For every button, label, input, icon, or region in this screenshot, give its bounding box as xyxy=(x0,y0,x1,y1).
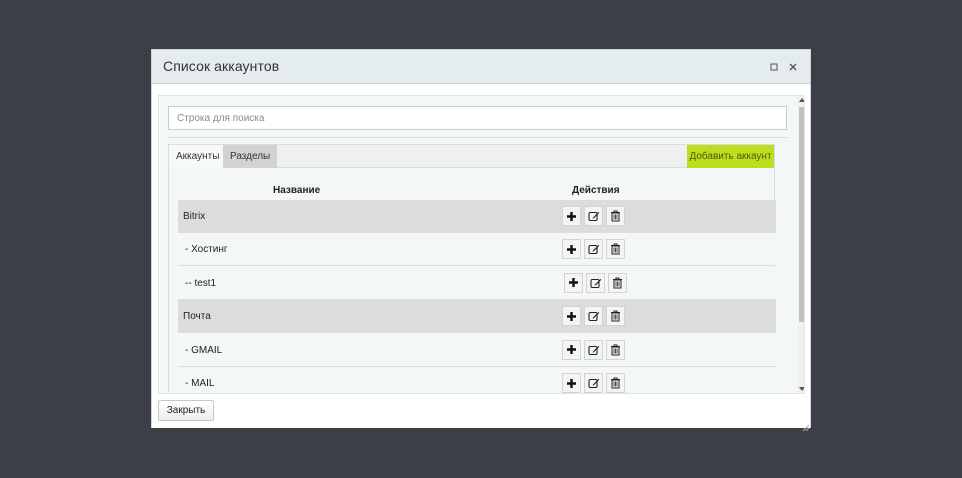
row-label: Bitrix xyxy=(183,211,206,222)
dialog-header: Список аккаунтов xyxy=(152,50,810,84)
scrollbar-thumb[interactable] xyxy=(799,107,804,322)
add-account-button[interactable]: Добавить аккаунт xyxy=(687,145,774,168)
edit-icon xyxy=(587,210,600,222)
plus-button[interactable] xyxy=(562,239,581,260)
trash-icon xyxy=(612,277,623,289)
maximize-icon[interactable] xyxy=(767,60,781,74)
trash-icon xyxy=(610,310,621,322)
scroll-up-arrow-icon[interactable] xyxy=(798,96,804,104)
edit-icon xyxy=(589,277,602,289)
plus-icon xyxy=(566,311,577,322)
accounts-panel: Аккаунты Разделы Добавить аккаунт Назван… xyxy=(168,144,776,393)
table-row: - GMAIL xyxy=(178,333,776,367)
edit-button[interactable] xyxy=(584,339,603,360)
edit-icon xyxy=(587,344,600,356)
table-row: - MAIL xyxy=(178,367,776,393)
plus-icon xyxy=(566,211,577,222)
trash-icon xyxy=(610,243,621,255)
row-label: - Хостинг xyxy=(185,244,228,256)
row-label: -- test1 xyxy=(185,277,217,289)
scroll-down-arrow-icon[interactable] xyxy=(798,385,804,393)
plus-icon xyxy=(568,277,579,288)
plus-button[interactable] xyxy=(562,206,581,226)
table-row: Почта xyxy=(178,300,776,334)
table-row: - Хостинг xyxy=(178,233,776,267)
trash-button[interactable] xyxy=(608,272,627,293)
column-header-actions: Действия xyxy=(572,185,620,196)
row-label: - GMAIL xyxy=(185,344,223,356)
close-button[interactable]: Закрыть xyxy=(158,400,214,421)
plus-icon xyxy=(566,344,577,355)
dialog-title: Список аккаунтов xyxy=(163,58,280,74)
dialog-footer: Закрыть xyxy=(152,396,810,428)
table-row: -- test1 xyxy=(178,266,776,300)
search-input[interactable] xyxy=(168,106,787,130)
edit-icon xyxy=(587,243,600,255)
trash-button[interactable] xyxy=(606,373,625,393)
edit-icon xyxy=(587,377,600,389)
trash-button[interactable] xyxy=(606,306,625,327)
trash-icon xyxy=(610,210,621,222)
tab-accounts[interactable]: Аккаунты xyxy=(169,145,227,168)
trash-button[interactable] xyxy=(606,339,625,360)
row-label: - MAIL xyxy=(185,378,215,389)
edit-button[interactable] xyxy=(584,206,603,226)
search-container xyxy=(168,106,787,138)
trash-icon xyxy=(610,377,621,389)
edit-button[interactable] xyxy=(586,272,605,293)
resize-handle-icon[interactable] xyxy=(801,418,810,432)
close-icon[interactable] xyxy=(786,60,800,74)
plus-button[interactable] xyxy=(562,306,581,327)
trash-button[interactable] xyxy=(606,239,625,260)
dialog-content: Аккаунты Разделы Добавить аккаунт Назван… xyxy=(158,95,805,394)
vertical-scrollbar[interactable] xyxy=(798,96,804,393)
plus-icon xyxy=(566,244,577,255)
plus-button[interactable] xyxy=(562,339,581,360)
edit-button[interactable] xyxy=(584,306,603,327)
edit-button[interactable] xyxy=(584,239,603,260)
plus-button[interactable] xyxy=(562,373,581,393)
row-label: Почта xyxy=(183,311,211,323)
column-header-name: Название xyxy=(273,185,321,196)
plus-icon xyxy=(566,378,577,389)
edit-button[interactable] xyxy=(584,373,603,393)
trash-button[interactable] xyxy=(606,206,625,226)
tab-sections[interactable]: Разделы xyxy=(223,145,278,168)
accounts-dialog: Список аккаунтов Аккаунты Разделы Добави… xyxy=(151,49,811,432)
plus-button[interactable] xyxy=(564,272,583,293)
edit-icon xyxy=(587,310,600,322)
trash-icon xyxy=(610,344,621,356)
tab-bar: Аккаунты Разделы Добавить аккаунт xyxy=(169,145,774,168)
table-row: Bitrix xyxy=(178,200,776,233)
